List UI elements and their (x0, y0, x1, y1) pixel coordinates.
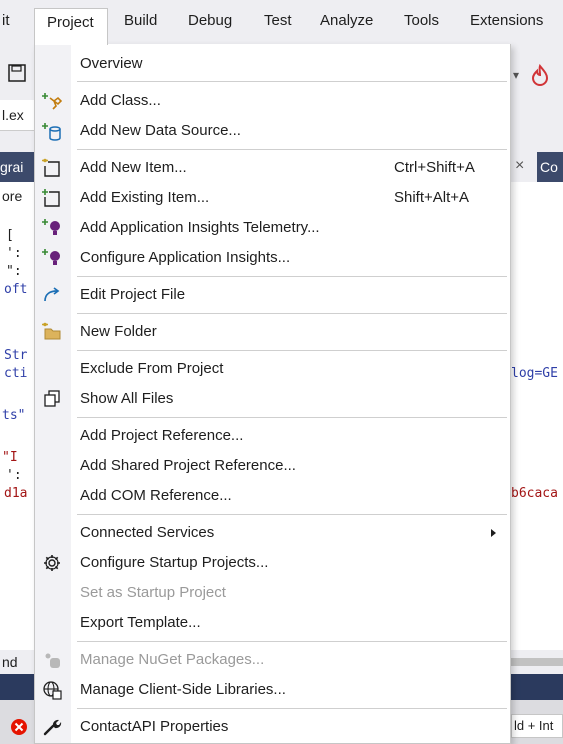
nav-bar-right (511, 182, 563, 211)
error-icon[interactable] (10, 718, 28, 736)
menu-item-add-new-item[interactable]: Add New Item... Ctrl+Shift+A (35, 153, 510, 183)
add-existing-item-icon (42, 189, 60, 207)
toolbar-left (0, 48, 34, 100)
menu-separator (77, 149, 507, 150)
menu-item-add-project-reference[interactable]: Add Project Reference... (35, 421, 510, 451)
menu-separator (77, 81, 507, 82)
code-editor-right: log=GE b6caca (511, 210, 563, 650)
save-icon[interactable] (8, 64, 26, 82)
add-new-item-icon (42, 158, 60, 177)
menu-separator (77, 276, 507, 277)
menu-separator (77, 350, 507, 351)
menu-tools[interactable]: Tools (404, 12, 439, 29)
menu-separator (77, 514, 507, 515)
hot-reload-icon[interactable] (529, 64, 551, 86)
menu-item-show-all-files[interactable]: Show All Files (35, 384, 510, 414)
show-all-files-icon (44, 390, 60, 407)
menu-item-add-com-reference[interactable]: Add COM Reference... (35, 481, 510, 511)
add-data-source-icon (42, 123, 61, 141)
menu-build[interactable]: Build (124, 12, 157, 29)
menu-item-exclude-from-project[interactable]: Exclude From Project (35, 354, 510, 384)
menu-item-edit-project-file[interactable]: Edit Project File (35, 280, 510, 310)
menu-project[interactable]: Project (34, 8, 108, 45)
menu-separator (77, 641, 507, 642)
dropdown-caret-icon[interactable]: ▾ (513, 68, 519, 82)
menu-item-add-shared-project-reference[interactable]: Add Shared Project Reference... (35, 451, 510, 481)
right-tab[interactable]: Co (537, 152, 563, 182)
app-insights-config-icon (42, 249, 60, 265)
nav-bar-fragment: ore (0, 182, 34, 211)
menu-edit[interactable]: it (2, 12, 10, 29)
menu-item-add-class[interactable]: Add Class... (35, 86, 510, 116)
close-tab-icon[interactable]: × (515, 157, 524, 175)
wrench-icon (43, 719, 62, 736)
nuget-icon (45, 653, 60, 668)
menu-item-configure-app-insights[interactable]: Configure Application Insights... (35, 243, 510, 273)
menu-debug[interactable]: Debug (188, 12, 232, 29)
menu-extensions[interactable]: Extensions (470, 12, 543, 29)
right-tab-strip: × Co (511, 152, 563, 182)
menu-item-add-data-source[interactable]: Add New Data Source... (35, 116, 510, 146)
menu-item-configure-startup-projects[interactable]: Configure Startup Projects... (35, 548, 510, 578)
code-editor-left: [ ': ": oft Str cti ts" "I ': d1a (0, 210, 34, 650)
edit-project-file-icon (44, 287, 60, 302)
submenu-arrow-icon (491, 529, 496, 537)
client-libraries-icon (43, 681, 62, 700)
new-folder-icon (42, 322, 61, 340)
build-filter-fragment[interactable]: ld + Int (511, 714, 563, 738)
menu-item-add-app-insights[interactable]: Add Application Insights Telemetry... (35, 213, 510, 243)
editor-tab-fragment[interactable]: grai (0, 152, 34, 182)
app-insights-icon (42, 219, 60, 235)
menu-analyze[interactable]: Analyze (320, 12, 373, 29)
menu-item-add-existing-item[interactable]: Add Existing Item... Shift+Alt+A (35, 183, 510, 213)
menu-item-set-as-startup-project[interactable]: Set as Startup Project (35, 578, 510, 608)
menu-item-project-properties[interactable]: ContactAPI Properties (35, 712, 510, 742)
scrollbar-right[interactable] (511, 650, 563, 674)
menu-item-overview[interactable]: Overview (35, 49, 510, 79)
menu-item-export-template[interactable]: Export Template... (35, 608, 510, 638)
document-tab-fragment[interactable]: l.ex (0, 100, 34, 131)
gear-icon (44, 555, 60, 571)
menu-separator (77, 708, 507, 709)
add-class-icon (42, 93, 62, 110)
menu-item-new-folder[interactable]: New Folder (35, 317, 510, 347)
output-fragment: nd (0, 650, 34, 674)
menu-separator (77, 313, 507, 314)
menu-test[interactable]: Test (264, 12, 292, 29)
menu-separator (77, 417, 507, 418)
project-menu: Overview Add Class... Add New Data Sourc… (34, 44, 511, 744)
menu-item-connected-services[interactable]: Connected Services (35, 518, 510, 548)
menu-item-manage-nuget-packages[interactable]: Manage NuGet Packages... (35, 645, 510, 675)
menu-item-manage-client-side-libraries[interactable]: Manage Client-Side Libraries... (35, 675, 510, 705)
toolbar-right-2 (511, 100, 563, 130)
toolbar-right: ▾ (511, 48, 563, 100)
